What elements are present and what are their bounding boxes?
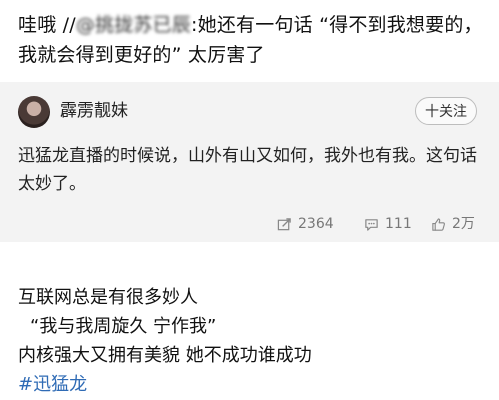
quoted-post-card[interactable]: 霹雳靓妹 十关注 迅猛龙直播的时候说，山外有山又如何，我外也有我。这句话太妙了。…: [0, 82, 499, 242]
follow-button[interactable]: 十关注: [415, 97, 477, 125]
repost-stat[interactable]: 2364: [277, 212, 334, 236]
post-line: “我与我周旋久 宁作我”: [30, 316, 217, 337]
comment-count: 111: [385, 216, 412, 232]
top-comment: 哇哦 //@挑拢苏已辰:她还有一句话 “得不到我想要的，我就会得到更好的” 太厉…: [18, 10, 488, 70]
thumbs-up-icon: [432, 217, 445, 231]
post-stats: 2364 111 2万: [0, 212, 499, 236]
post-line: 互联网总是有很多妙人: [18, 287, 198, 308]
username[interactable]: 霹雳靓妹: [60, 98, 128, 124]
hashtag-link[interactable]: #迅猛龙: [18, 370, 488, 399]
comment-icon: [365, 218, 378, 231]
repost-count: 2364: [298, 216, 334, 232]
like-count: 2万: [452, 216, 475, 232]
repost-icon: [277, 217, 291, 230]
comment-prefix: 哇哦 //: [18, 14, 76, 36]
avatar[interactable]: [18, 96, 50, 128]
post-body: 互联网总是有很多妙人 “我与我周旋久 宁作我” 内核强大又拥有美貌 她不成功谁成…: [18, 283, 488, 399]
user-mention[interactable]: @挑拢苏已辰: [76, 14, 191, 36]
post-line: 内核强大又拥有美貌 她不成功谁成功: [18, 345, 312, 366]
comment-stat[interactable]: 111: [364, 212, 412, 236]
quoted-post-text: 迅猛龙直播的时候说，山外有山又如何，我外也有我。这句话太妙了。: [18, 146, 477, 194]
like-stat[interactable]: 2万: [431, 212, 475, 236]
